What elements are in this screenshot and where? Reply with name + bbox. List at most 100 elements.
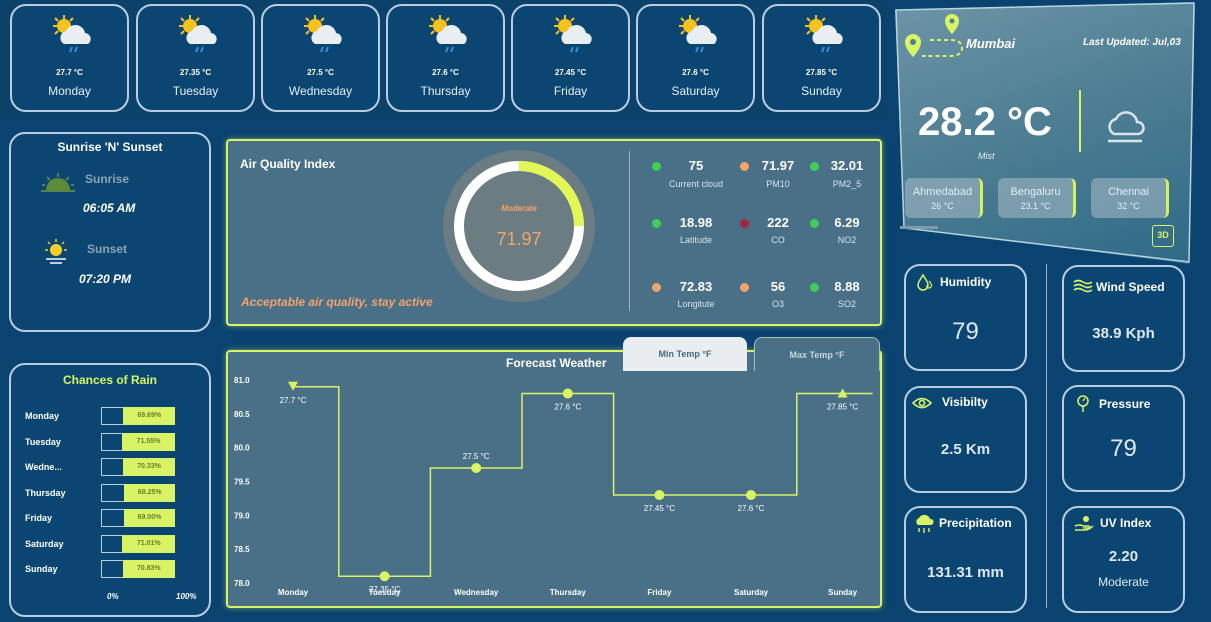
city-card-temp: 32 °C	[1117, 201, 1140, 211]
aqi-metric-value: 18.98	[679, 215, 713, 230]
aqi-metric-label: O3	[771, 299, 784, 309]
data-point	[562, 388, 573, 399]
humidity-value: 79	[952, 318, 979, 345]
partly-cloudy-rain-icon	[304, 15, 342, 53]
day-card-thursday[interactable]: 27.6 °C Thursday	[386, 4, 505, 112]
humidity-icon	[917, 273, 933, 291]
aqi-gauge	[443, 150, 595, 302]
precipitation-title: Precipitation	[939, 516, 1012, 530]
y-tick-label: 80.5	[234, 410, 250, 419]
rain-axis-min: 0%	[107, 592, 119, 601]
day-name: Thursday	[420, 84, 471, 98]
rain-bar: 71.55%	[122, 432, 175, 451]
day-temp: 27.6 °C	[432, 68, 459, 77]
visibility-card: Visibilty 2.5 Km	[904, 386, 1027, 493]
divider	[1079, 90, 1081, 152]
y-tick-label: 78.5	[234, 545, 250, 554]
partly-cloudy-rain-icon	[679, 15, 717, 53]
x-tick-label: Tuesday	[369, 588, 401, 597]
series-line	[293, 386, 873, 577]
aqi-metric-label: CO	[771, 235, 785, 245]
rain-day-label: Monday	[25, 411, 60, 421]
pressure-title: Pressure	[1099, 397, 1151, 411]
aqi-metric-value: 8.88	[834, 279, 860, 294]
wind-speed-title: Wind Speed	[1096, 280, 1165, 294]
city-card-name: Chennai	[1108, 186, 1149, 198]
y-tick-label: 79.5	[234, 478, 250, 487]
data-label: 27.45 °C	[644, 504, 675, 513]
y-tick-label: 78.0	[234, 579, 250, 588]
city-card-ahmedabad[interactable]: Ahmedabad 26 °C	[905, 178, 983, 218]
y-tick-label: 80.0	[234, 444, 250, 453]
day-temp: 27.7 °C	[56, 68, 83, 77]
day-card-wednesday[interactable]: 27.5 °C Wednesday	[261, 4, 380, 112]
day-name: Monday	[48, 84, 91, 98]
data-label: 27.7 °C	[280, 396, 307, 405]
aqi-status-dot	[652, 162, 661, 171]
city-card-name: Bengaluru	[1010, 186, 1061, 198]
rain-day-label: Sunday	[25, 564, 58, 574]
x-tick-label: Thursday	[550, 588, 587, 597]
aqi-metric-value: 75	[688, 158, 704, 173]
forecast-title: Forecast Weather	[506, 356, 607, 370]
rain-cloud-icon	[916, 514, 934, 533]
day-card-friday[interactable]: 27.45 °C Friday	[511, 4, 630, 112]
uv-index-level: Moderate	[1098, 575, 1149, 589]
last-updated: Last Updated: Jul,03	[1083, 37, 1181, 48]
partly-cloudy-rain-icon	[179, 15, 217, 53]
rain-day-label: Wedne...	[25, 462, 62, 472]
data-label: 27.6 °C	[554, 403, 581, 412]
pressure-value: 79	[1110, 435, 1137, 462]
location-pin-icon	[905, 14, 964, 57]
rain-day-label: Friday	[25, 513, 53, 523]
rain-bar: 71.01%	[122, 534, 175, 553]
aqi-value: 71.97	[496, 229, 542, 249]
cloud-icon	[1108, 111, 1145, 143]
day-card-monday[interactable]: 27.7 °C Monday	[10, 4, 129, 112]
city-card-chennai[interactable]: Chennai 32 °C	[1091, 178, 1169, 218]
aqi-metric-value: 6.29	[834, 215, 860, 230]
aqi-metric-value: 32.01	[830, 158, 864, 173]
humidity-card: Humidity 79	[904, 264, 1027, 371]
forecast-chart: 81.0 80.5 80.0 79.5 79.0 78.5 78.0 27.7 °C Monda…	[234, 376, 873, 597]
x-tick-label: Monday	[278, 588, 309, 597]
aqi-title: Air Quality Index	[240, 157, 336, 171]
sunrise-label: Sunrise	[85, 172, 130, 186]
day-card-sunday[interactable]: 27.85 °C Sunday	[762, 4, 881, 112]
aqi-metric-value: 222	[767, 215, 789, 230]
tab-max-temp[interactable]: Max Temp °F	[754, 337, 880, 371]
3d-view-icon[interactable]: 3D	[1152, 225, 1174, 247]
wind-speed-card: Wind Speed 38.9 Kph	[1062, 265, 1185, 372]
y-tick-label: 79.0	[234, 511, 250, 520]
city-card-temp: 23.1 °C	[1020, 201, 1051, 211]
air-quality-card: Air Quality Index Moderate 71.97 Accepta…	[226, 139, 882, 326]
uv-index-card: UV Index 2.20 Moderate	[1062, 506, 1185, 613]
day-card-tuesday[interactable]: 27.35 °C Tuesday	[136, 4, 255, 112]
aqi-status-dot	[652, 283, 661, 292]
aqi-metric-label: Latitude	[679, 235, 713, 245]
eye-icon	[912, 397, 932, 409]
chances-of-rain-card: Chances of Rain Monday 69.69% Tuesday 71.55…	[9, 363, 211, 617]
day-name: Saturday	[671, 84, 720, 98]
current-temperature: 28.2 °C	[918, 100, 1052, 144]
wind-icon	[1073, 279, 1093, 293]
data-label: 27.85 °C	[827, 403, 858, 412]
divider	[1046, 264, 1047, 608]
tab-min-temp[interactable]: Min Temp °F	[623, 337, 747, 371]
data-point	[746, 490, 756, 501]
day-temp: 27.45 °C	[554, 68, 587, 77]
data-label: 27.6 °C	[738, 504, 765, 513]
x-tick-label: Sunday	[828, 588, 857, 597]
city-card-bengaluru[interactable]: Bengaluru 23.1 °C	[998, 178, 1076, 218]
rain-day-label: Tuesday	[25, 436, 61, 447]
pressure-card: Pressure 79	[1062, 385, 1185, 492]
day-card-saturday[interactable]: 27.6 °C Saturday	[636, 4, 755, 112]
rain-bar: 69.69%	[123, 407, 175, 425]
x-tick-label: Saturday	[734, 588, 769, 597]
rain-title: Chances of Rain	[62, 373, 158, 387]
sunset-time: 07:20 PM	[79, 272, 132, 286]
aqi-status-dot	[652, 219, 661, 228]
x-tick-label: Friday	[647, 588, 672, 597]
aqi-metric-label: Current cloud	[668, 179, 724, 189]
aqi-level: Moderate	[501, 204, 537, 213]
